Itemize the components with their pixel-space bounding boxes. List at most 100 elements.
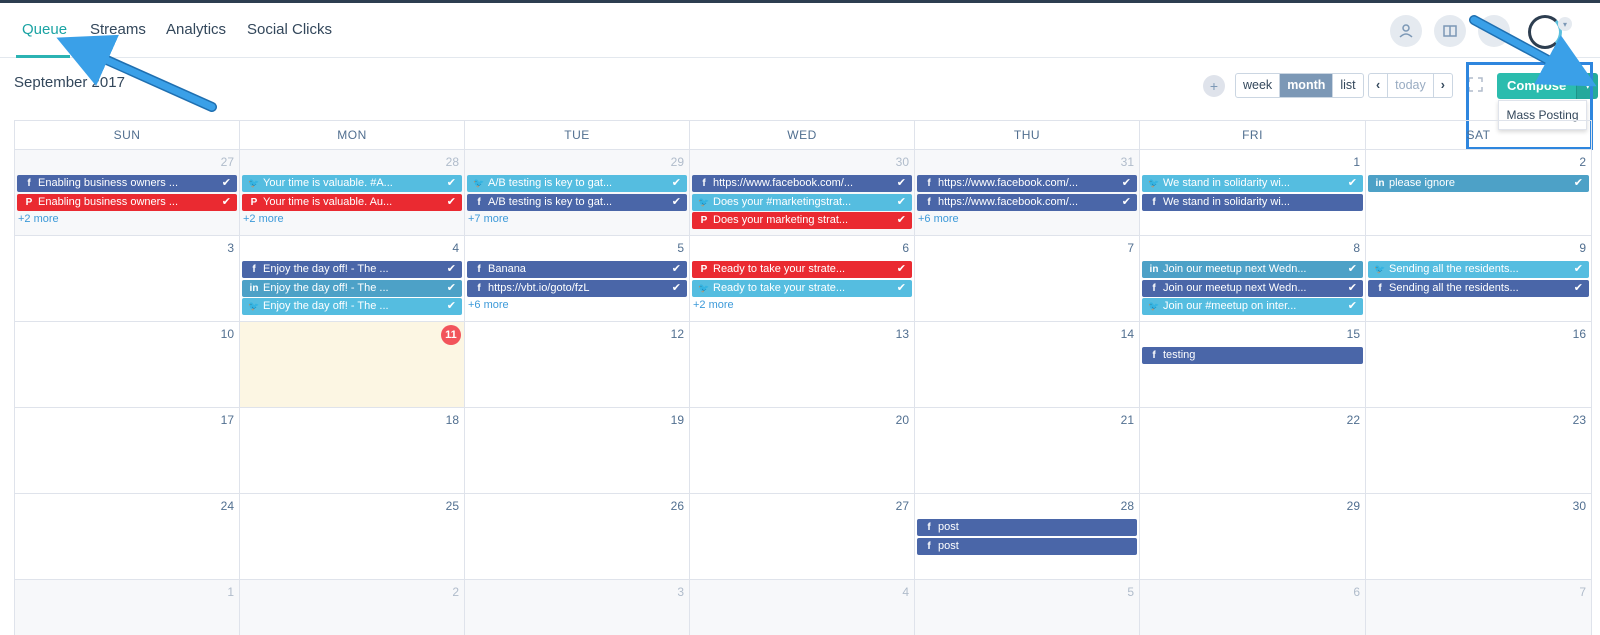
day-cell[interactable]: 4 f Enjoy the day off! - The ... ✔ in Enjoy t… bbox=[240, 236, 465, 322]
day-cell[interactable]: 7 bbox=[915, 236, 1140, 322]
scheduled-post[interactable]: f https://www.facebook.com/... ✔ bbox=[917, 175, 1137, 192]
more-link[interactable]: +6 more bbox=[468, 299, 509, 311]
scheduled-post[interactable]: f We stand in solidarity wi... bbox=[1142, 193, 1363, 211]
day-cell[interactable]: 18 bbox=[240, 408, 465, 494]
scheduled-post[interactable]: 🐦 Ready to take your strate... ✔ bbox=[692, 279, 912, 297]
scheduled-post[interactable]: 🐦 Enjoy the day off! - The ... ✔ bbox=[242, 298, 462, 315]
day-cell[interactable]: 23 bbox=[1366, 408, 1591, 494]
scheduled-post[interactable]: P Ready to take your strate... ✔ bbox=[692, 261, 912, 278]
avatar[interactable] bbox=[1528, 15, 1562, 49]
next-button[interactable]: › bbox=[1434, 74, 1452, 97]
tab-streams[interactable]: Streams bbox=[90, 21, 146, 38]
tab-queue[interactable]: Queue bbox=[22, 21, 67, 38]
day-cell[interactable]: 25 bbox=[240, 494, 465, 580]
tab-social-clicks[interactable]: Social Clicks bbox=[247, 21, 332, 38]
linkedin-icon: in bbox=[1149, 264, 1159, 275]
user-share-icon[interactable] bbox=[1390, 15, 1422, 47]
day-cell[interactable]: 11 bbox=[240, 322, 465, 408]
more-link[interactable]: +2 more bbox=[693, 299, 734, 311]
scheduled-post[interactable]: P Your time is valuable. Au... ✔ bbox=[242, 193, 462, 211]
view-week-button[interactable]: week bbox=[1236, 74, 1281, 97]
day-cell[interactable]: 16 bbox=[1366, 322, 1591, 408]
day-cell[interactable]: 8 in Join our meetup next Wedn... ✔ f Join ou… bbox=[1140, 236, 1366, 322]
day-cell[interactable]: 28 🐦 Your time is valuable. #A... ✔ P Your ti… bbox=[240, 150, 465, 236]
chevron-down-icon[interactable]: ▾ bbox=[1558, 17, 1572, 31]
scheduled-post[interactable]: f Enabling business owners ... ✔ bbox=[17, 175, 237, 192]
scheduled-post[interactable]: f https://www.facebook.com/... ✔ bbox=[917, 193, 1137, 211]
book-icon[interactable] bbox=[1434, 15, 1466, 47]
day-cell[interactable]: 27 bbox=[690, 494, 915, 580]
scheduled-post[interactable]: 🐦 Does your #marketingstrat... ✔ bbox=[692, 193, 912, 211]
scheduled-post[interactable]: f post bbox=[917, 519, 1137, 536]
scheduled-post[interactable]: f A/B testing is key to gat... ✔ bbox=[467, 193, 687, 211]
day-cell[interactable]: 31 f https://www.facebook.com/... ✔ f https:/… bbox=[915, 150, 1140, 236]
day-cell[interactable]: 9 🐦 Sending all the residents... ✔ f Sending … bbox=[1366, 236, 1591, 322]
scheduled-post[interactable]: f Banana ✔ bbox=[467, 261, 687, 278]
plus-icon[interactable]: + bbox=[1203, 75, 1225, 97]
facebook-icon: f bbox=[927, 196, 931, 208]
scheduled-post[interactable]: f https://www.facebook.com/... ✔ bbox=[692, 175, 912, 192]
scheduled-post[interactable]: f post bbox=[917, 537, 1137, 555]
day-cell[interactable]: 5 f Banana ✔ f https://vbt.io/goto/fzL ✔ +6 mor… bbox=[465, 236, 690, 322]
day-cell[interactable]: 7 bbox=[1366, 580, 1591, 635]
day-number: 17 bbox=[220, 413, 234, 427]
scheduled-post[interactable]: in Join our meetup next Wedn... ✔ bbox=[1142, 261, 1363, 278]
today-button[interactable]: today bbox=[1388, 74, 1434, 97]
scheduled-post[interactable]: 🐦 We stand in solidarity wi... ✔ bbox=[1142, 175, 1363, 192]
scheduled-post[interactable]: f https://vbt.io/goto/fzL ✔ bbox=[467, 279, 687, 297]
day-cell[interactable]: 5 bbox=[915, 580, 1140, 635]
day-cell[interactable]: 1 🐦 We stand in solidarity wi... ✔ f We stand… bbox=[1140, 150, 1366, 236]
day-cell[interactable]: 27 f Enabling business owners ... ✔ P Enablin… bbox=[15, 150, 240, 236]
day-cell[interactable]: 29 🐦 A/B testing is key to gat... ✔ f A/B tes… bbox=[465, 150, 690, 236]
prev-button[interactable]: ‹ bbox=[1369, 74, 1389, 97]
day-cell[interactable]: 19 bbox=[465, 408, 690, 494]
day-cell[interactable]: 6 P Ready to take your strate... ✔ 🐦 Ready to… bbox=[690, 236, 915, 322]
more-link[interactable]: +2 more bbox=[243, 213, 284, 225]
day-cell[interactable]: 3 bbox=[15, 236, 240, 322]
more-link[interactable]: +6 more bbox=[918, 213, 959, 225]
day-cell[interactable]: 2 bbox=[240, 580, 465, 635]
more-link[interactable]: +2 more bbox=[18, 213, 59, 225]
facebook-icon: f bbox=[927, 540, 931, 552]
day-cell[interactable]: 1 bbox=[15, 580, 240, 635]
day-cell[interactable]: 13 bbox=[690, 322, 915, 408]
more-link[interactable]: +7 more bbox=[468, 213, 509, 225]
scheduled-post[interactable]: f Enjoy the day off! - The ... ✔ bbox=[242, 261, 462, 278]
day-cell[interactable]: 14 bbox=[915, 322, 1140, 408]
day-cell[interactable]: 22 bbox=[1140, 408, 1366, 494]
day-cell[interactable]: 17 bbox=[15, 408, 240, 494]
scheduled-post[interactable]: f Join our meetup next Wedn... ✔ bbox=[1142, 279, 1363, 297]
day-cell[interactable]: 30 bbox=[1366, 494, 1591, 580]
day-cell[interactable]: 24 bbox=[15, 494, 240, 580]
notifications-icon[interactable] bbox=[1478, 15, 1510, 47]
day-cell[interactable]: 10 bbox=[15, 322, 240, 408]
day-cell[interactable]: 6 bbox=[1140, 580, 1366, 635]
day-cell[interactable]: 30 f https://www.facebook.com/... ✔ 🐦 Does yo… bbox=[690, 150, 915, 236]
day-cell[interactable]: 2 in please ignore ✔ bbox=[1366, 150, 1591, 236]
day-cell[interactable]: 26 bbox=[465, 494, 690, 580]
scheduled-post[interactable]: P Does your marketing strat... ✔ bbox=[692, 212, 912, 229]
scheduled-post[interactable]: P Enabling business owners ... ✔ bbox=[17, 193, 237, 211]
day-cell[interactable]: 20 bbox=[690, 408, 915, 494]
scheduled-post[interactable]: 🐦 Join our #meetup on inter... ✔ bbox=[1142, 298, 1363, 315]
twitter-icon: 🐦 bbox=[248, 301, 260, 311]
scheduled-post[interactable]: f Sending all the residents... ✔ bbox=[1368, 279, 1589, 297]
post-text: Join our meetup next Wedn... bbox=[1163, 263, 1307, 275]
tab-analytics[interactable]: Analytics bbox=[166, 21, 226, 38]
day-cell[interactable]: 4 bbox=[690, 580, 915, 635]
scheduled-post[interactable]: 🐦 Your time is valuable. #A... ✔ bbox=[242, 175, 462, 192]
view-month-button[interactable]: month bbox=[1280, 74, 1334, 97]
post-text: Does your marketing strat... bbox=[713, 214, 849, 226]
day-cell[interactable]: 28 f post f post bbox=[915, 494, 1140, 580]
scheduled-post[interactable]: 🐦 Sending all the residents... ✔ bbox=[1368, 261, 1589, 278]
day-cell[interactable]: 21 bbox=[915, 408, 1140, 494]
day-cell[interactable]: 29 bbox=[1140, 494, 1366, 580]
day-cell[interactable]: 12 bbox=[465, 322, 690, 408]
day-cell[interactable]: 3 bbox=[465, 580, 690, 635]
day-cell[interactable]: 15 f testing bbox=[1140, 322, 1366, 408]
scheduled-post[interactable]: in please ignore ✔ bbox=[1368, 175, 1589, 192]
scheduled-post[interactable]: f testing bbox=[1142, 347, 1363, 364]
scheduled-post[interactable]: 🐦 A/B testing is key to gat... ✔ bbox=[467, 175, 687, 192]
view-list-button[interactable]: list bbox=[1333, 74, 1362, 97]
scheduled-post[interactable]: in Enjoy the day off! - The ... ✔ bbox=[242, 279, 462, 297]
